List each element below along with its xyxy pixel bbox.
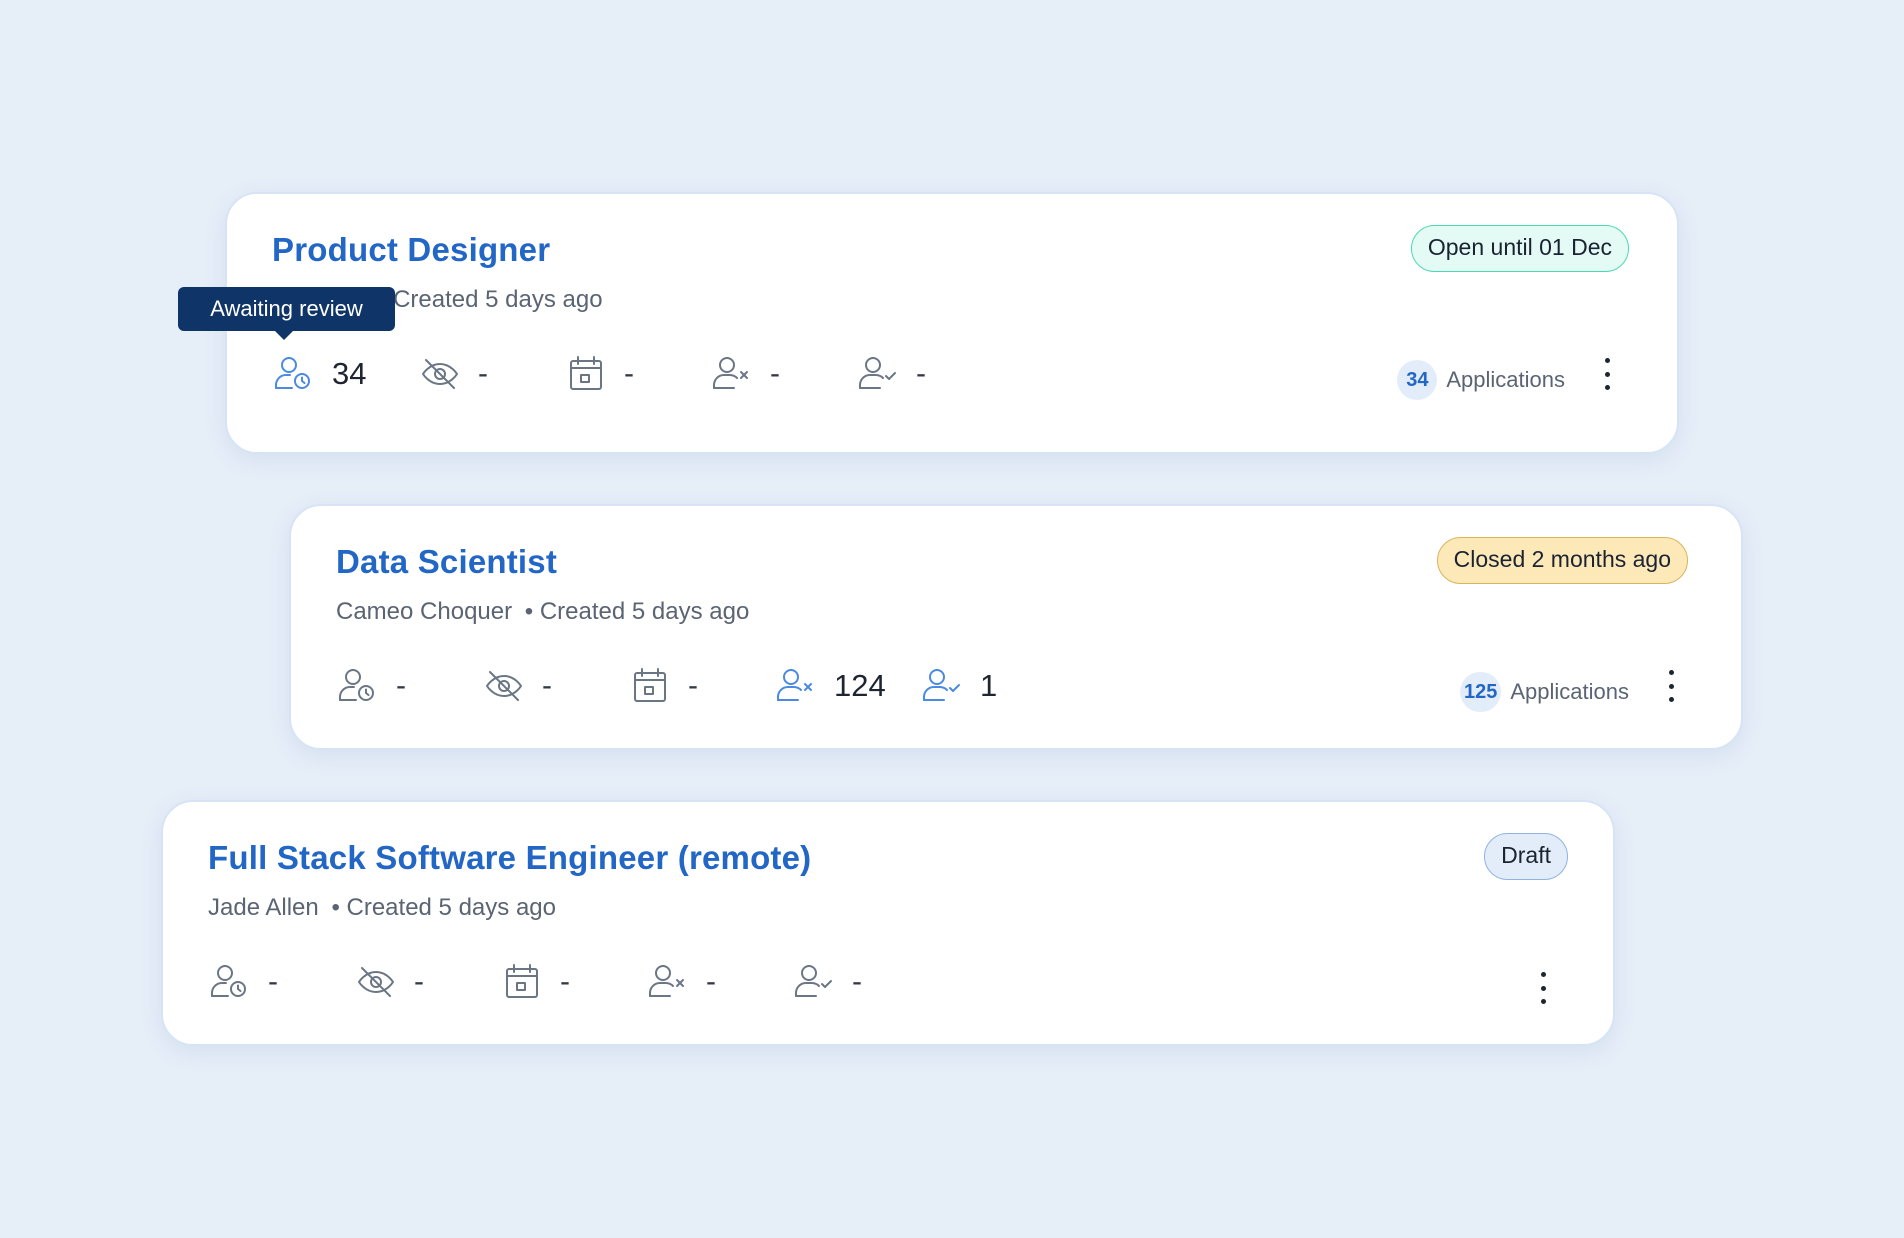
stat-item[interactable]: -	[418, 352, 564, 396]
tooltip-arrow	[274, 330, 294, 340]
job-card[interactable]: Data Scientist Cameo Choquer • Created 5…	[289, 504, 1743, 750]
stat-item[interactable]: -	[564, 352, 710, 396]
calendar-icon	[570, 356, 602, 390]
user-check-icon	[859, 357, 896, 389]
job-created: • Created 5 days ago	[524, 598, 750, 625]
job-card[interactable]: Product Designer • Created 5 days ago Op…	[225, 192, 1679, 454]
stat-value: -	[396, 669, 406, 702]
applications-label: Applications	[1510, 679, 1629, 704]
stat-value: -	[478, 357, 488, 390]
stat-value: -	[542, 669, 552, 702]
more-options-icon[interactable]	[1661, 666, 1681, 706]
stat-item[interactable]: -	[710, 352, 856, 396]
more-options-icon[interactable]	[1533, 968, 1553, 1008]
user-x-icon	[713, 357, 748, 389]
job-owner: Jade Allen	[208, 894, 319, 921]
job-meta: Jade Allen • Created 5 days ago	[208, 894, 556, 922]
stat-item[interactable]: -	[500, 960, 646, 1004]
job-card[interactable]: Full Stack Software Engineer (remote) Ja…	[161, 800, 1615, 1046]
status-badge: Open until 01 Dec	[1410, 225, 1629, 272]
job-list: Product Designer • Created 5 days ago Op…	[0, 0, 1904, 1238]
user-clock-icon	[339, 669, 374, 701]
tooltip: Awaiting review	[178, 287, 395, 340]
stat-value: -	[688, 669, 698, 702]
eye-off-icon	[358, 967, 394, 997]
stat-value: -	[268, 965, 278, 998]
stat-item[interactable]: -	[792, 960, 938, 1004]
stat-value: 124	[834, 668, 886, 703]
stat-value: -	[916, 357, 926, 390]
stat-value: -	[560, 965, 570, 998]
stat-item[interactable]: -	[208, 960, 354, 1004]
applications-count: 125	[1459, 672, 1502, 712]
stat-item[interactable]: 124	[774, 664, 920, 708]
stat-item[interactable]: 1	[920, 664, 1066, 708]
status-badge: Draft	[1484, 833, 1568, 880]
stat-item[interactable]: -	[354, 960, 500, 1004]
calendar-icon	[634, 668, 666, 702]
tooltip-text: Awaiting review	[210, 296, 363, 321]
job-title[interactable]: Product Designer	[272, 231, 550, 269]
job-created: • Created 5 days ago	[331, 894, 556, 921]
applications-count: 34	[1397, 360, 1438, 400]
applications-summary[interactable]: 125 Applications	[1459, 672, 1629, 712]
stat-value: -	[770, 357, 780, 390]
eye-off-icon	[486, 671, 522, 701]
user-x-icon	[777, 669, 812, 701]
calendar-icon	[506, 964, 538, 998]
stats-row: - - - 124 1	[336, 664, 1066, 708]
stat-value: -	[624, 357, 634, 390]
applications-label: Applications	[1446, 367, 1565, 392]
status-badge: Closed 2 months ago	[1436, 537, 1688, 584]
stat-item[interactable]: -	[628, 664, 774, 708]
job-created: • Created 5 days ago	[378, 286, 603, 313]
job-title[interactable]: Full Stack Software Engineer (remote)	[208, 839, 811, 877]
stats-row: 34 - - - -	[272, 352, 1002, 396]
more-options-icon[interactable]	[1597, 354, 1617, 394]
stat-value: -	[852, 965, 862, 998]
stat-item[interactable]: -	[856, 352, 1002, 396]
job-title[interactable]: Data Scientist	[336, 543, 557, 581]
eye-off-icon	[422, 359, 458, 389]
stat-value: 1	[980, 668, 998, 703]
stat-value: 34	[332, 356, 367, 391]
stat-item[interactable]: 34	[272, 352, 418, 396]
user-check-icon	[795, 965, 832, 997]
user-x-icon	[649, 965, 684, 997]
stat-item[interactable]: -	[646, 960, 792, 1004]
user-check-icon	[923, 669, 960, 701]
applications-summary[interactable]: 34 Applications	[1397, 360, 1565, 400]
stat-value: -	[414, 965, 424, 998]
stats-row: -----	[208, 960, 938, 1004]
job-meta: Cameo Choquer • Created 5 days ago	[336, 598, 749, 626]
stat-item[interactable]: -	[482, 664, 628, 708]
stat-item[interactable]: -	[336, 664, 482, 708]
user-clock-icon	[275, 357, 310, 389]
user-clock-icon	[211, 965, 246, 997]
job-owner: Cameo Choquer	[336, 598, 513, 625]
stat-value: -	[706, 965, 716, 998]
